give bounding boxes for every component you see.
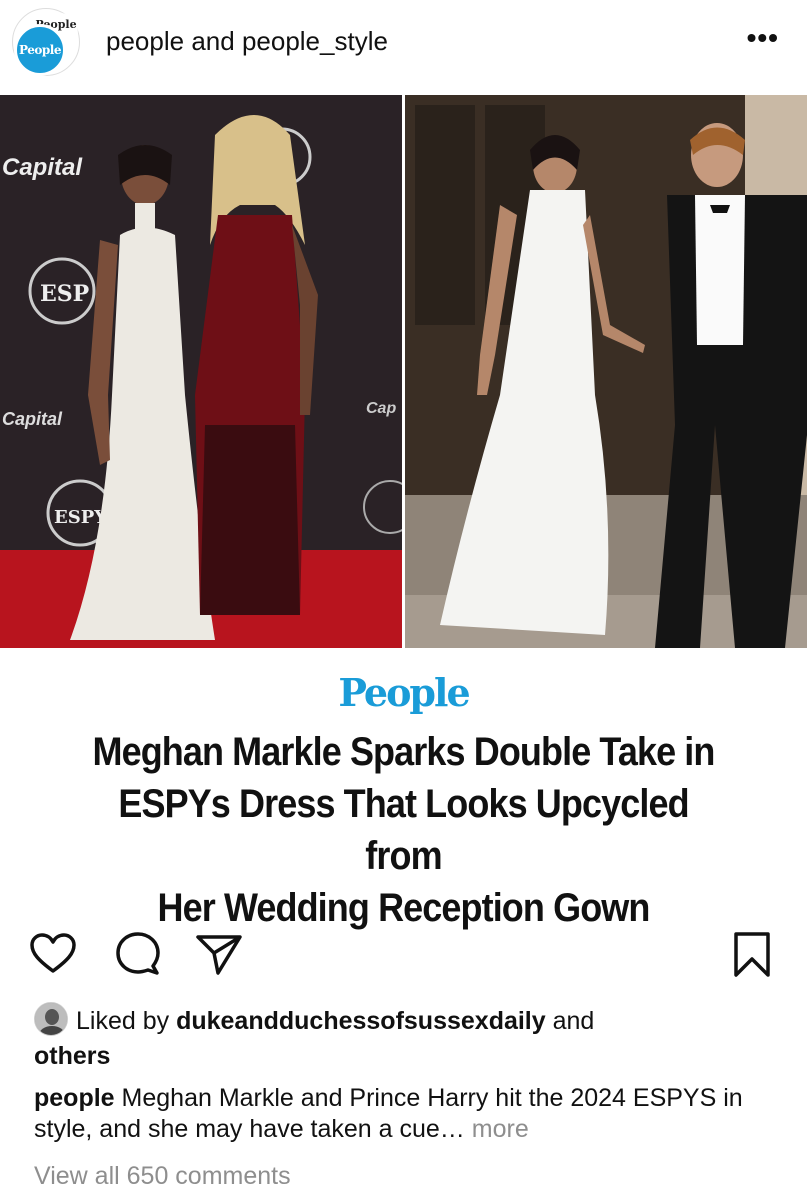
people-logo: People — [338, 670, 470, 715]
paper-plane-icon[interactable] — [194, 929, 244, 979]
liker-avatar[interactable] — [34, 1002, 68, 1037]
post-caption: people Meghan Markle and Prince Harry hi… — [34, 1083, 774, 1145]
likes-suffix: and — [552, 1007, 595, 1035]
post-header: People People people and people_style ••… — [0, 0, 807, 95]
more-options-icon[interactable]: ••• — [747, 22, 779, 54]
post-image-carousel[interactable]: Capital Capital Cap ESP ESPYS — [0, 95, 807, 648]
caption-username[interactable]: people — [34, 1084, 115, 1112]
heart-icon[interactable] — [28, 929, 78, 979]
bookmark-icon[interactable] — [728, 929, 778, 979]
account-name-secondary[interactable]: people_style — [242, 26, 388, 56]
comment-icon[interactable] — [112, 929, 162, 979]
caption-more-link[interactable]: more — [472, 1115, 529, 1143]
svg-text:ESP: ESP — [40, 281, 89, 307]
likes-summary[interactable]: Liked by dukeandduchessofsussexdaily and… — [34, 1002, 774, 1073]
likes-prefix: Liked by — [76, 1007, 170, 1035]
espys-photo-illustration: Capital Capital Cap ESP ESPYS — [0, 95, 402, 648]
headline-line: Meghan Markle Sparks Double Take in — [92, 730, 715, 774]
svg-text:Capital: Capital — [2, 154, 83, 181]
account-name-primary[interactable]: people — [106, 26, 184, 56]
headline-line: ESPYs Dress That Looks Upcycled from — [118, 782, 689, 878]
account-names: people and people_style — [106, 26, 388, 57]
view-all-comments-link[interactable]: View all 650 comments — [34, 1162, 291, 1191]
svg-text:Cap: Cap — [366, 400, 396, 417]
wedding-photo-illustration — [405, 95, 807, 648]
post-actions-bar — [0, 925, 807, 985]
svg-text:Capital: Capital — [2, 409, 63, 429]
photo-espys-red-carpet: Capital Capital Cap ESP ESPYS — [0, 95, 402, 648]
account-avatars[interactable]: People People — [12, 8, 80, 76]
caption-text: Meghan Markle and Prince Harry hit the 2… — [34, 1084, 743, 1143]
likes-others-link[interactable]: others — [34, 1042, 110, 1070]
liker-username[interactable]: dukeandduchessofsussexdaily — [176, 1007, 546, 1035]
avatar-people[interactable]: People — [14, 24, 66, 76]
avatar-front-text: People — [19, 43, 61, 57]
article-headline: Meghan Markle Sparks Double Take in ESPY… — [76, 726, 730, 934]
account-joiner: and — [191, 26, 235, 56]
photo-wedding-reception — [405, 95, 807, 648]
